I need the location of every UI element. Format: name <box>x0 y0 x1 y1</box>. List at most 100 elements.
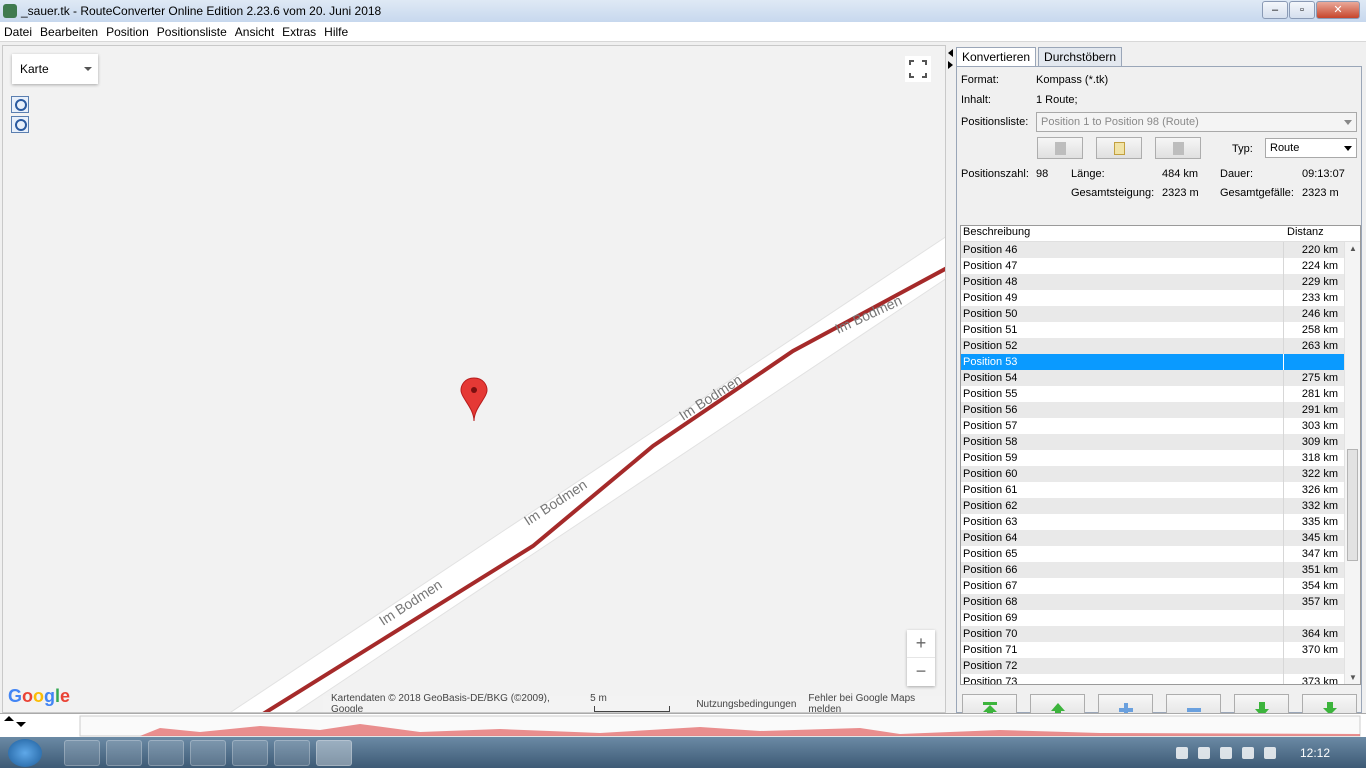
minimize-button[interactable]: – <box>1262 1 1288 19</box>
descent-label: Gesamtgefälle: <box>1220 187 1294 199</box>
table-row[interactable]: Position 60 322 km <box>961 466 1360 482</box>
map-type-selector[interactable]: Karte <box>12 54 98 84</box>
table-row[interactable]: Position 53 <box>961 354 1360 370</box>
map-view[interactable]: Im Bodmen Im Bodmen Im Bodmen Im Bodmen … <box>2 45 946 713</box>
table-row[interactable]: Position 59 318 km <box>961 450 1360 466</box>
system-tray: 12:12 <box>1175 737 1360 768</box>
cell-distance: 335 km <box>1301 516 1338 528</box>
zoom-in-tool-icon[interactable] <box>11 96 29 113</box>
table-row[interactable]: Position 68 357 km <box>961 594 1360 610</box>
taskbar-opera[interactable] <box>148 739 184 766</box>
vertical-scrollbar[interactable]: ▲ ▼ <box>1344 242 1360 684</box>
menu-hilfe[interactable]: Hilfe <box>320 25 352 39</box>
maximize-button[interactable]: ▫ <box>1289 1 1315 19</box>
table-row[interactable]: Position 61 326 km <box>961 482 1360 498</box>
device-icon[interactable] <box>1219 746 1232 759</box>
zoom-out-button[interactable]: − <box>907 658 935 686</box>
close-button[interactable]: ✕ <box>1316 1 1360 19</box>
menu-positionsliste[interactable]: Positionsliste <box>153 25 231 39</box>
table-row[interactable]: Position 70 364 km <box>961 626 1360 642</box>
table-row[interactable]: Position 54 275 km <box>961 370 1360 386</box>
menu-ansicht[interactable]: Ansicht <box>231 25 278 39</box>
report-error-link[interactable]: Fehler bei Google Maps melden <box>808 693 945 712</box>
duration-value: 09:13:07 <box>1302 168 1345 180</box>
taskbar-sync[interactable] <box>232 739 268 766</box>
dropbox-icon[interactable] <box>1197 746 1210 759</box>
fullscreen-button[interactable] <box>905 56 931 82</box>
table-row[interactable]: Position 64 345 km <box>961 530 1360 546</box>
table-row[interactable]: Position 67 354 km <box>961 578 1360 594</box>
table-row[interactable]: Position 49 233 km <box>961 290 1360 306</box>
zoom-in-button[interactable]: + <box>907 630 935 658</box>
cell-description: Position 47 <box>961 258 1284 274</box>
scroll-down-icon[interactable]: ▼ <box>1349 673 1357 682</box>
table-row[interactable]: Position 63 335 km <box>961 514 1360 530</box>
table-row[interactable]: Position 51 258 km <box>961 322 1360 338</box>
table-row[interactable]: Position 65 347 km <box>961 546 1360 562</box>
table-row[interactable]: Position 50 246 km <box>961 306 1360 322</box>
tab-konvertieren[interactable]: Konvertieren <box>956 47 1037 67</box>
table-row[interactable]: Position 71 370 km <box>961 642 1360 658</box>
split-divider[interactable] <box>946 45 956 713</box>
menu-bearbeiten[interactable]: Bearbeiten <box>36 25 102 39</box>
scroll-up-icon[interactable]: ▲ <box>1349 244 1357 253</box>
table-row[interactable]: Position 73 373 km <box>961 674 1360 684</box>
menu-position[interactable]: Position <box>102 25 153 39</box>
table-row[interactable]: Position 47 224 km <box>961 258 1360 274</box>
length-label: Länge: <box>1071 168 1105 180</box>
terms-link[interactable]: Nutzungsbedingungen <box>696 699 796 710</box>
chevron-down-icon <box>1344 120 1352 125</box>
poslist-select[interactable]: Position 1 to Position 98 (Route) <box>1036 112 1357 132</box>
taskbar-vlc[interactable] <box>274 739 310 766</box>
cell-distance: 351 km <box>1301 564 1338 576</box>
table-row[interactable]: Position 58 309 km <box>961 434 1360 450</box>
table-row[interactable]: Position 46 220 km <box>961 242 1360 258</box>
map-marker-icon[interactable] <box>460 377 488 422</box>
start-button[interactable] <box>8 738 42 767</box>
table-row[interactable]: Position 69 <box>961 610 1360 626</box>
zoom-out-tool-icon[interactable] <box>11 116 29 133</box>
type-select[interactable]: Route <box>1265 138 1357 158</box>
table-row[interactable]: Position 66 351 km <box>961 562 1360 578</box>
type-label: Typ: <box>1232 143 1253 155</box>
menu-datei[interactable]: Datei <box>0 25 36 39</box>
table-row[interactable]: Position 72 <box>961 658 1360 674</box>
table-row[interactable]: Position 62 332 km <box>961 498 1360 514</box>
rename-list-button[interactable] <box>1096 137 1142 159</box>
taskbar-app[interactable] <box>190 739 226 766</box>
collapse-left-icon[interactable] <box>948 49 953 57</box>
signal-icon[interactable] <box>1241 746 1254 759</box>
elevation-profile[interactable] <box>0 713 1366 737</box>
table-row[interactable]: Position 52 263 km <box>961 338 1360 354</box>
table-row[interactable]: Position 57 303 km <box>961 418 1360 434</box>
chevron-up-icon[interactable] <box>1175 746 1188 759</box>
ascent-label: Gesamtsteigung: <box>1071 187 1155 199</box>
column-header-distance[interactable]: Distanz <box>1284 226 1344 241</box>
content-value: 1 Route; <box>1036 94 1078 106</box>
clock[interactable]: 12:12 <box>1300 746 1330 760</box>
table-body: Position 46 220 km Position 47 224 km Positi… <box>961 242 1360 684</box>
table-row[interactable]: Position 48 229 km <box>961 274 1360 290</box>
collapse-right-icon[interactable] <box>948 61 953 69</box>
remove-list-button[interactable] <box>1155 137 1201 159</box>
taskbar: 12:12 <box>0 737 1366 768</box>
cell-distance: 246 km <box>1301 308 1338 320</box>
volume-icon[interactable] <box>1263 746 1276 759</box>
positions-table[interactable]: Beschreibung Distanz Position 46 220 km Po… <box>960 225 1361 685</box>
cell-description: Position 61 <box>961 482 1284 498</box>
taskbar-routeconverter[interactable] <box>316 739 352 766</box>
cell-distance <box>1284 610 1344 626</box>
cell-distance <box>1284 658 1344 674</box>
taskbar-media-player[interactable] <box>106 739 142 766</box>
table-row[interactable]: Position 55 281 km <box>961 386 1360 402</box>
scroll-thumb[interactable] <box>1347 449 1358 561</box>
taskbar-explorer[interactable] <box>64 739 100 766</box>
cell-distance: 326 km <box>1301 484 1338 496</box>
menu-extras[interactable]: Extras <box>278 25 320 39</box>
delete-list-button[interactable] <box>1037 137 1083 159</box>
app-icon <box>3 4 17 18</box>
cell-description: Position 54 <box>961 370 1284 386</box>
column-header-description[interactable]: Beschreibung <box>961 226 1284 241</box>
table-row[interactable]: Position 56 291 km <box>961 402 1360 418</box>
tab-durchstoebern[interactable]: Durchstöbern <box>1038 47 1123 67</box>
